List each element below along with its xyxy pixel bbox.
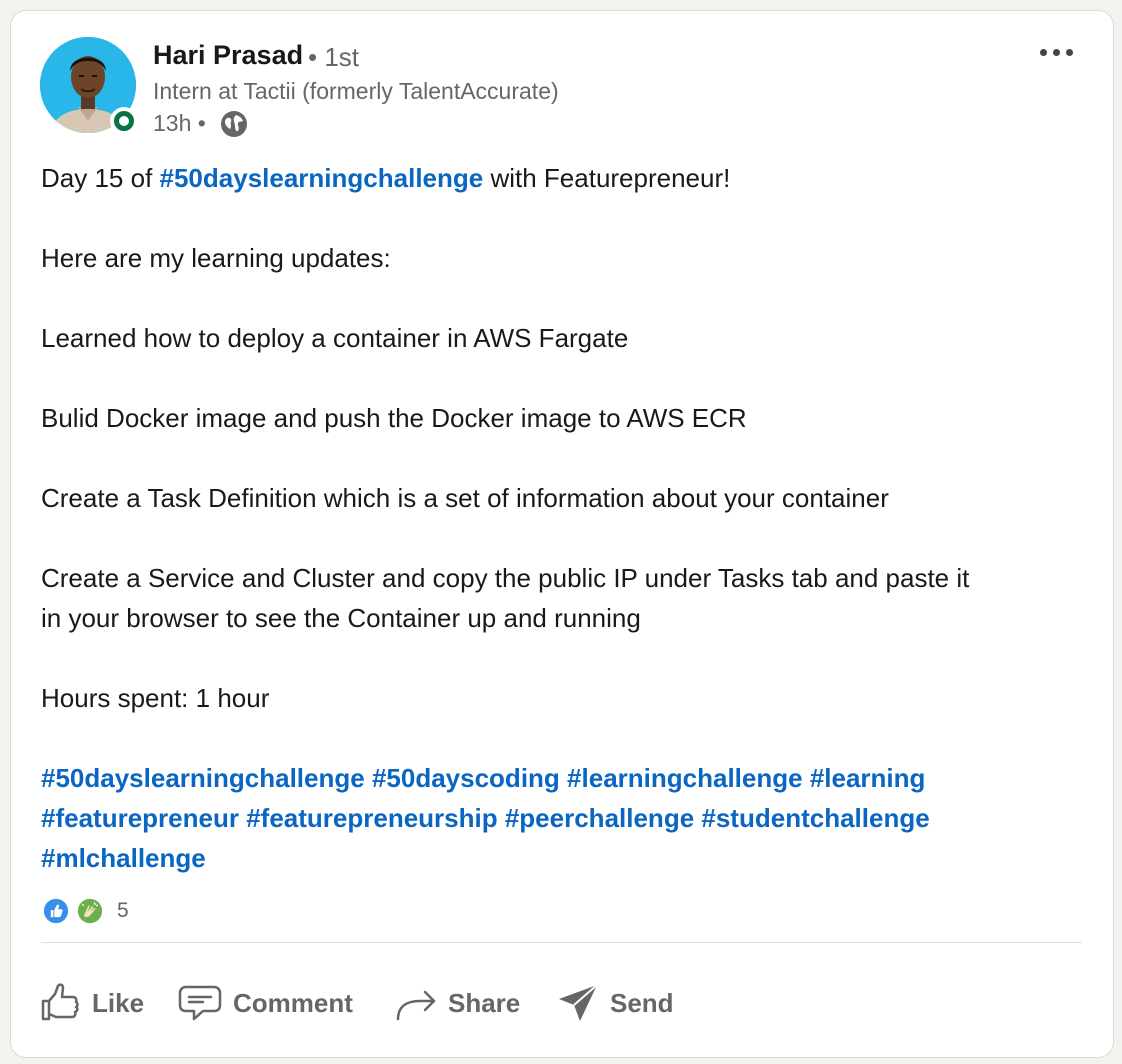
hashtag-link[interactable]: #featurepreneurship	[246, 803, 497, 833]
send-button[interactable]: Send	[556, 978, 674, 1028]
reaction-count: 5	[117, 899, 129, 922]
author-name[interactable]: Hari Prasad	[153, 40, 303, 71]
share-arrow-icon	[396, 990, 436, 1021]
hashtag-link[interactable]: #learningchallenge	[567, 763, 803, 793]
post-line: Here are my learning updates:	[41, 243, 391, 273]
share-button[interactable]: Share	[394, 978, 520, 1028]
post-line: Learned how to deploy a container in AWS…	[41, 323, 629, 353]
like-label: Like	[92, 987, 145, 1018]
reactions-summary[interactable]: 5	[41, 896, 129, 926]
post-timestamp: 13h •	[153, 110, 206, 136]
post-line: in your browser to see the Container up …	[41, 603, 641, 633]
connection-degree: • 1st	[308, 42, 360, 72]
hashtag-link[interactable]: #featurepreneur	[41, 803, 239, 833]
share-label: Share	[448, 987, 521, 1018]
post-line: Day 15 of #50dayslearningchallenge with …	[41, 158, 1091, 198]
more-dot-icon	[1065, 48, 1073, 56]
hashtag-link[interactable]: #studentchallenge	[701, 803, 929, 833]
like-reaction-icon	[41, 896, 71, 926]
post-line: Create a Service and Cluster and copy th…	[41, 563, 970, 593]
online-status-icon	[110, 107, 138, 135]
celebrate-reaction-icon	[75, 896, 105, 926]
post-text: with Featurepreneur!	[483, 163, 731, 193]
comment-button[interactable]: Comment	[177, 978, 353, 1028]
hashtag-link[interactable]: #learning	[810, 763, 926, 793]
send-label: Send	[610, 987, 674, 1018]
hashtag-list: #50dayslearningchallenge #50dayscoding #…	[41, 758, 1091, 878]
hashtag-link[interactable]: #50dayslearningchallenge	[41, 763, 365, 793]
more-dot-icon	[1039, 48, 1047, 56]
more-options-button[interactable]	[1030, 38, 1082, 66]
hashtag-link[interactable]: #mlchallenge	[41, 843, 206, 873]
post-line: Create a Task Definition which is a set …	[41, 483, 889, 513]
thumbs-up-icon	[41, 983, 79, 1021]
comment-label: Comment	[233, 987, 353, 1018]
hashtag-link[interactable]: #50dayslearningchallenge	[160, 163, 484, 193]
post-text: Day 15 of	[41, 163, 160, 193]
author-headline: Intern at Tactii (formerly TalentAccurat…	[153, 78, 559, 104]
post-line: Bulid Docker image and push the Docker i…	[41, 403, 747, 433]
globe-icon	[221, 111, 247, 137]
post-line: Hours spent: 1 hour	[41, 683, 270, 713]
comment-icon	[178, 985, 222, 1021]
hashtag-link[interactable]: #50dayscoding	[372, 763, 560, 793]
more-dot-icon	[1052, 48, 1060, 56]
send-paper-plane-icon	[559, 984, 598, 1021]
like-button[interactable]: Like	[38, 978, 144, 1028]
divider	[41, 942, 1082, 943]
hashtag-link[interactable]: #peerchallenge	[505, 803, 694, 833]
